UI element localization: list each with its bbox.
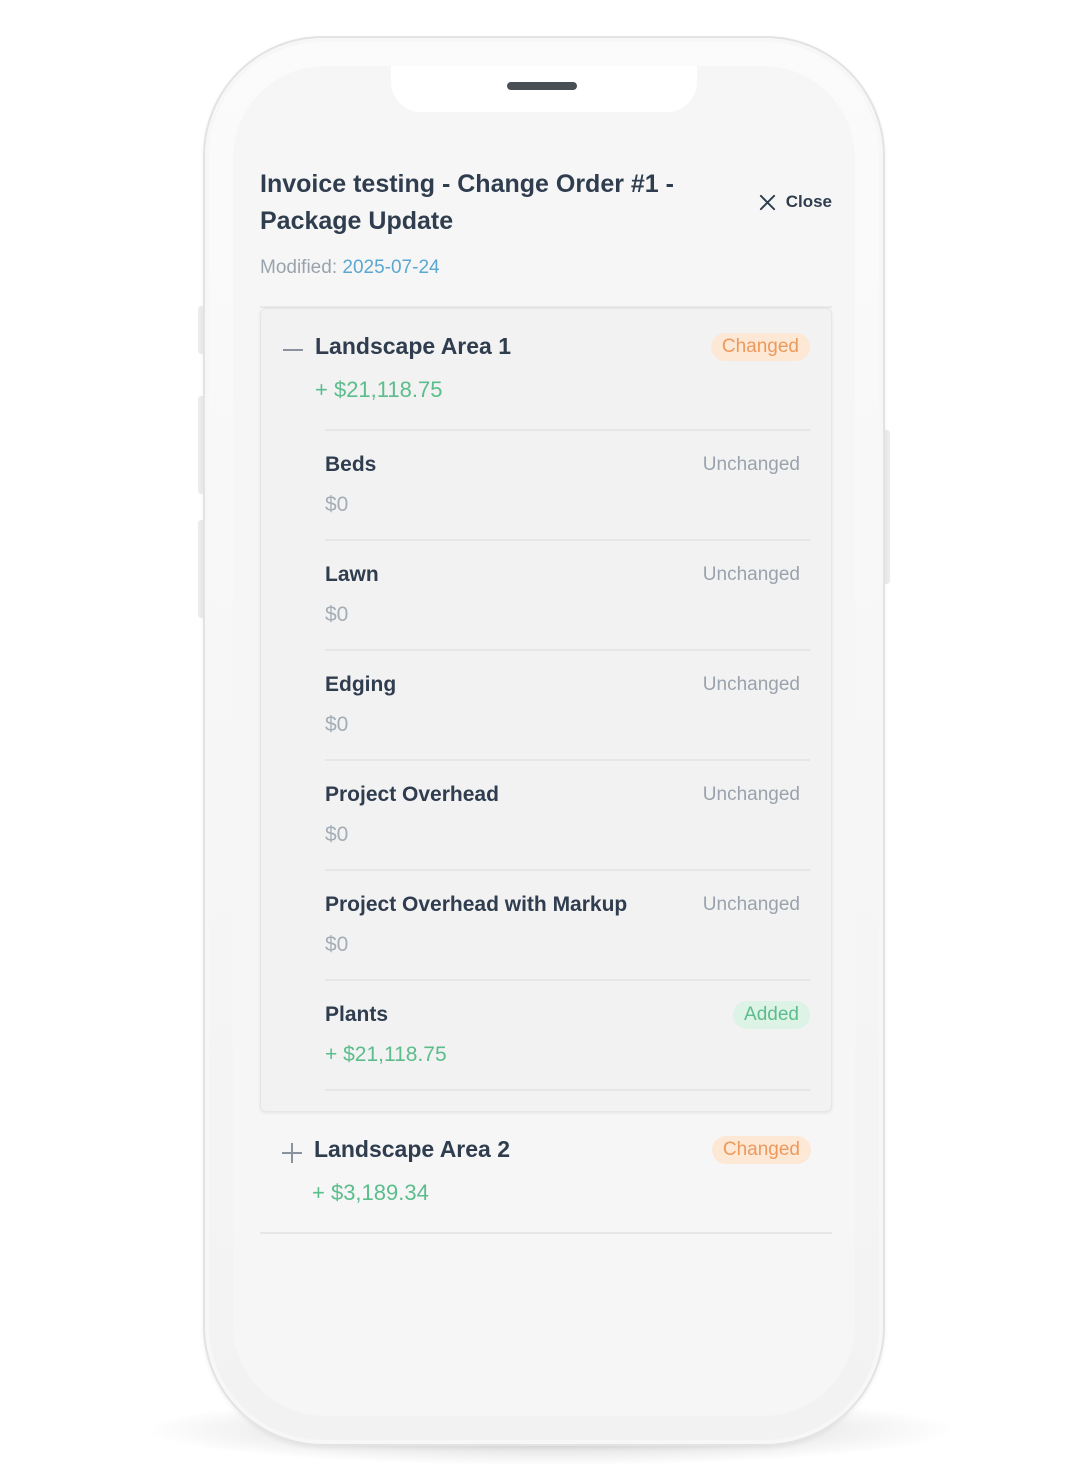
- item-amount: $0: [325, 493, 349, 516]
- area-name: Landscape Area 2: [314, 1136, 511, 1162]
- status-badge: Unchanged: [702, 674, 800, 695]
- speaker-grille: [507, 82, 577, 90]
- list-item: Beds $0 Unchanged: [325, 431, 810, 541]
- list-item: Edging $0 Unchanged: [325, 651, 810, 761]
- list-item: Plants + $21,118.75 Added: [325, 981, 810, 1091]
- close-icon: [759, 194, 775, 210]
- status-badge: Unchanged: [702, 454, 800, 475]
- close-label: Close: [785, 192, 832, 211]
- item-name: Beds: [325, 453, 377, 476]
- item-name: Project Overhead with Markup: [325, 893, 628, 916]
- status-badge: Unchanged: [702, 564, 800, 585]
- area-name: Landscape Area 1: [315, 333, 512, 359]
- item-amount: $0: [325, 933, 349, 956]
- status-badge: Added: [733, 1001, 810, 1029]
- item-amount: $0: [325, 713, 349, 736]
- status-badge: Changed: [711, 1136, 811, 1164]
- list-item: Project Overhead with Markup $0 Unchange…: [325, 871, 810, 981]
- notch: [391, 66, 697, 112]
- status-badge: Unchanged: [702, 894, 800, 915]
- area-header[interactable]: Landscape Area 1 + $21,118.75 Changed: [282, 309, 810, 429]
- minus-icon[interactable]: [282, 339, 304, 361]
- phone-screen: Invoice testing - Change Order #1 - Pack…: [233, 66, 855, 1416]
- item-amount: $0: [325, 823, 349, 846]
- item-name: Edging: [325, 673, 397, 696]
- device-mockup: Invoice testing - Change Order #1 - Pack…: [0, 0, 1080, 1482]
- item-name: Lawn: [325, 563, 379, 586]
- item-name: Project Overhead: [325, 783, 499, 806]
- landscape-area-row[interactable]: Landscape Area 2 + $3,189.34 Changed: [260, 1112, 832, 1234]
- panel-header: Invoice testing - Change Order #1 - Pack…: [260, 166, 832, 306]
- modified-date: 2025-07-24: [342, 257, 440, 278]
- page-title: Invoice testing - Change Order #1 - Pack…: [260, 170, 674, 235]
- item-amount: + $21,118.75: [325, 1043, 447, 1066]
- modified-label: Modified:: [260, 257, 338, 278]
- plus-icon[interactable]: [281, 1142, 303, 1164]
- area-amount: + $3,189.34: [312, 1180, 429, 1205]
- area-amount: + $21,118.75: [315, 377, 443, 402]
- change-order-panel: Invoice testing - Change Order #1 - Pack…: [260, 166, 832, 1234]
- close-button[interactable]: Close: [758, 192, 832, 212]
- status-badge: Unchanged: [702, 784, 800, 805]
- landscape-area-card: Landscape Area 1 + $21,118.75 Changed Be…: [260, 308, 832, 1112]
- area-items-list: Beds $0 Unchanged Lawn $0 Unchanged Edgi…: [325, 429, 810, 1091]
- item-amount: $0: [325, 603, 349, 626]
- item-name: Plants: [325, 1003, 389, 1026]
- modified-info: Modified: 2025-07-24: [260, 257, 440, 279]
- status-badge: Changed: [710, 333, 810, 361]
- list-item: Project Overhead $0 Unchanged: [325, 761, 810, 871]
- list-item: Lawn $0 Unchanged: [325, 541, 810, 651]
